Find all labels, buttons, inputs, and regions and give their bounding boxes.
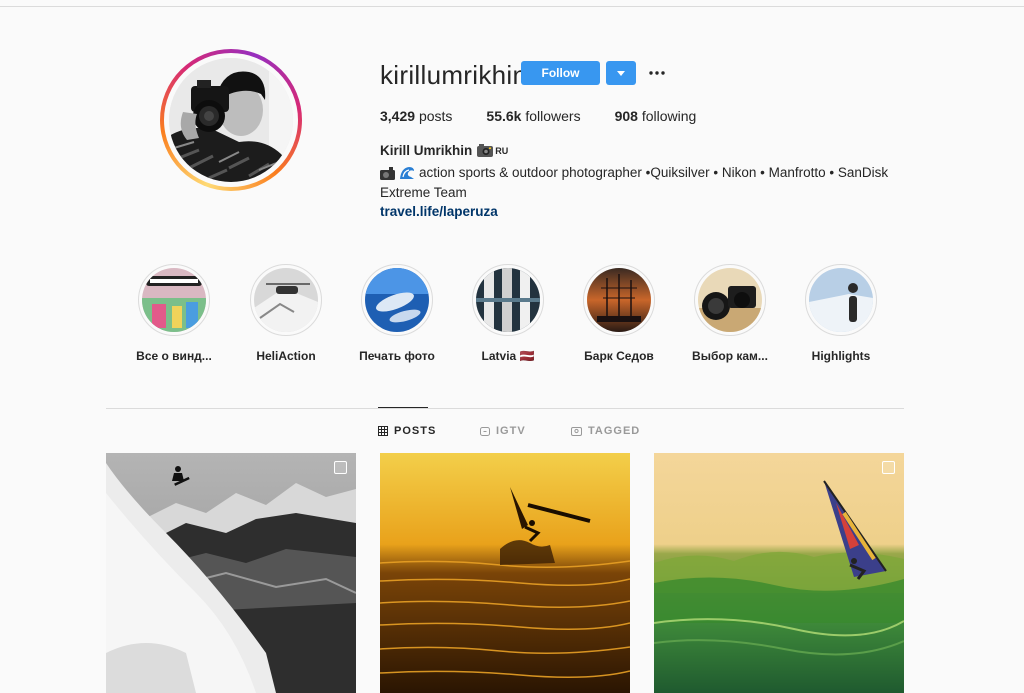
tab-tagged[interactable]: TAGGED: [571, 425, 640, 437]
highlight-item[interactable]: Выбор кам...: [680, 264, 780, 363]
camera-emoji-icon: [380, 167, 395, 180]
posts-count: 3,429 posts: [380, 108, 452, 124]
suggested-accounts-dropdown[interactable]: [606, 61, 636, 85]
tab-posts-label: POSTS: [394, 425, 437, 437]
following-link[interactable]: 908 following: [615, 108, 697, 124]
camera-highlight-image: [698, 268, 762, 332]
highlight-ring: [472, 264, 544, 336]
latvia-highlight-image: [476, 268, 540, 332]
igtv-icon: [480, 427, 490, 436]
tab-igtv[interactable]: IGTV: [480, 425, 526, 437]
following-count-label: following: [641, 108, 697, 124]
highlight-ring: [250, 264, 322, 336]
highlight-ring: [583, 264, 655, 336]
tab-tagged-label: TAGGED: [588, 425, 641, 437]
posts-count-value: 3,429: [380, 108, 416, 124]
highlight-item[interactable]: HeliAction: [236, 264, 336, 363]
avatar-photo: [169, 58, 293, 182]
heli-highlight-image: [254, 268, 318, 332]
posts-count-label: posts: [418, 108, 453, 124]
wave-emoji-icon: [400, 167, 414, 179]
tabs-divider: [106, 408, 904, 409]
highlight-item[interactable]: Latvia 🇱🇻: [458, 264, 558, 363]
multiple-photos-icon: [882, 461, 895, 474]
profile-bio: action sports & outdoor photographer •Qu…: [380, 163, 905, 203]
tab-posts[interactable]: POSTS: [378, 425, 436, 437]
windsurf-sunset-photo: [380, 453, 630, 693]
more-options-button[interactable]: [645, 63, 669, 83]
highlight-label: Latvia 🇱🇻: [481, 349, 535, 363]
ship-highlight-image: [587, 268, 651, 332]
post-thumbnail[interactable]: [380, 453, 630, 693]
follow-button[interactable]: Follow: [521, 61, 600, 85]
print-highlight-image: [365, 268, 429, 332]
highlight-ring: [805, 264, 877, 336]
profile-stats: 3,429 posts 55.6k followers 908 followin…: [380, 108, 730, 124]
profile-avatar[interactable]: [160, 49, 302, 191]
windsurf-wave-photo: [654, 453, 904, 693]
highlight-label: Highlights: [811, 349, 871, 363]
multiple-photos-icon: [334, 461, 347, 474]
post-thumbnail[interactable]: [654, 453, 904, 693]
highlight-item[interactable]: Highlights: [791, 264, 891, 363]
highlight-item[interactable]: Барк Седов: [569, 264, 669, 363]
bio-text: action sports & outdoor photographer •Qu…: [380, 165, 889, 200]
snowboard-highlight-image: [809, 268, 873, 332]
following-count-value: 908: [614, 108, 638, 124]
highlight-label: Барк Седов: [584, 349, 654, 363]
profile-website-link[interactable]: travel.life/laperuza: [380, 204, 498, 219]
snowboard-photo: [106, 453, 356, 693]
more-horizontal-icon: [649, 71, 665, 75]
highlight-ring: [694, 264, 766, 336]
grid-icon: [378, 426, 388, 436]
caret-down-icon: [617, 70, 625, 76]
top-divider: [0, 6, 1024, 7]
avatar-ring-gap: [164, 53, 298, 187]
full-name-text: Kirill Umrikhin: [380, 143, 473, 158]
country-flag-badge: RU: [495, 145, 509, 156]
highlight-ring: [361, 264, 433, 336]
highlight-label: HeliAction: [256, 349, 316, 363]
highlight-label: Печать фото: [359, 349, 435, 363]
tab-igtv-label: IGTV: [496, 425, 526, 437]
highlight-item[interactable]: Все о винд...: [124, 264, 224, 363]
highlight-label: Все о винд...: [136, 349, 212, 363]
camera-emoji-icon: [477, 144, 494, 157]
windsurfing-highlight-image: [142, 268, 206, 332]
highlight-item[interactable]: Печать фото: [347, 264, 447, 363]
followers-count-label: followers: [525, 108, 581, 124]
highlight-ring: [138, 264, 210, 336]
highlight-label: Выбор кам...: [692, 349, 768, 363]
profile-full-name: Kirill Umrikhin RU: [380, 143, 508, 158]
profile-username: kirillumrikhin: [380, 60, 528, 90]
post-thumbnail[interactable]: [106, 453, 356, 693]
active-tab-indicator: [378, 407, 428, 408]
followers-link[interactable]: 55.6k followers: [486, 108, 580, 124]
followers-count-value: 55.6k: [486, 108, 522, 124]
tagged-icon: [571, 427, 582, 436]
